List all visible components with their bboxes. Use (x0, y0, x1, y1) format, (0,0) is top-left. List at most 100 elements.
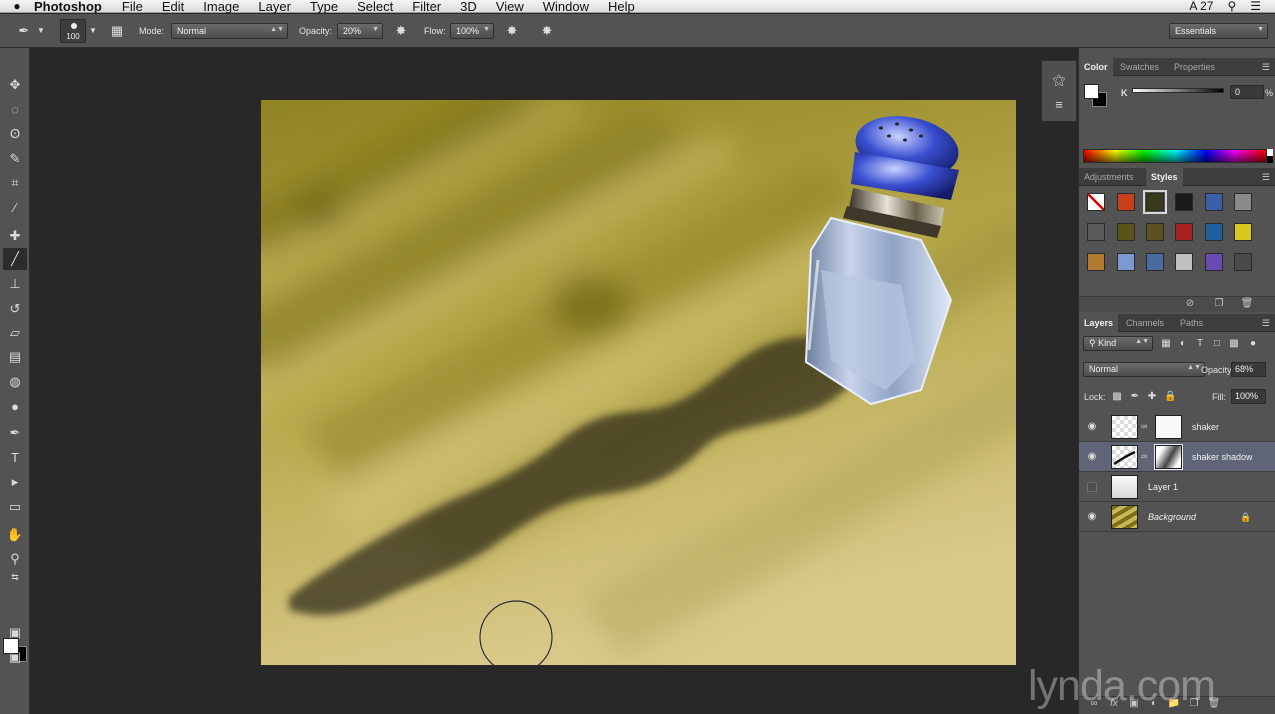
style-swatch[interactable] (1205, 193, 1223, 211)
app-name-menu[interactable]: Photoshop (34, 0, 102, 13)
color-foreground-swatch[interactable] (1084, 84, 1099, 99)
clear-style-icon[interactable]: ⊘ (1183, 298, 1197, 309)
new-style-icon[interactable]: ❐ (1212, 298, 1226, 309)
tab-swatches[interactable]: Swatches (1115, 58, 1164, 76)
blur-tool[interactable]: ◍ (3, 371, 27, 393)
layer-row-shaker[interactable]: ◉ ∞ shaker (1079, 412, 1275, 442)
eye-icon[interactable]: ◉ (1085, 510, 1099, 524)
quick-select-tool[interactable]: ✎ (3, 148, 27, 170)
layer-row-layer-1[interactable]: Layer 1 (1079, 472, 1275, 502)
brush-settings-icon[interactable]: ≡ (1048, 94, 1070, 116)
pen-tool[interactable]: ✒ (3, 422, 27, 444)
layer-kind-filter[interactable]: ⚲ Kind ▲▼ (1083, 336, 1153, 351)
menu-type[interactable]: Type (310, 0, 338, 13)
menu-window[interactable]: Window (543, 0, 589, 13)
eraser-tool[interactable]: ▱ (3, 322, 27, 344)
lock-pixels-icon[interactable]: ✒ (1129, 391, 1141, 403)
style-swatch[interactable] (1234, 193, 1252, 211)
layer-name[interactable]: shaker shadow (1192, 452, 1253, 462)
marquee-tool[interactable]: ◌ (3, 99, 27, 121)
layer-name[interactable]: Layer 1 (1148, 482, 1178, 492)
menu-image[interactable]: Image (203, 0, 239, 13)
lock-transparent-icon[interactable]: ▩ (1111, 391, 1123, 403)
brush-preset-dropdown-icon[interactable]: ▼ (88, 21, 98, 41)
style-swatch[interactable] (1146, 223, 1164, 241)
pressure-size-icon[interactable]: ✸ (537, 21, 557, 41)
panel-menu-icon[interactable]: ☰ (1262, 58, 1270, 76)
link-icon[interactable]: ∞ (1141, 451, 1147, 461)
lock-position-icon[interactable]: ✚ (1146, 391, 1158, 403)
style-swatch[interactable] (1175, 223, 1193, 241)
opacity-input[interactable]: 20% ▼ (337, 23, 383, 39)
layer-opacity-input[interactable]: 68% (1231, 362, 1266, 377)
document-canvas[interactable] (261, 100, 1016, 665)
eyedropper-tool[interactable]: ⁄ (3, 197, 27, 219)
layer-mask-thumbnail[interactable] (1155, 415, 1182, 439)
filter-shape-icon[interactable]: □ (1210, 337, 1224, 351)
style-swatch[interactable] (1175, 253, 1193, 271)
list-icon[interactable]: ☰ (1250, 0, 1261, 13)
brush-preset-picker[interactable]: 100 (60, 19, 86, 43)
style-swatch-selected[interactable] (1143, 190, 1167, 214)
flow-input[interactable]: 100% ▼ (450, 23, 494, 39)
panel-menu-icon[interactable]: ☰ (1262, 314, 1270, 332)
link-icon[interactable]: ∞ (1141, 421, 1147, 431)
menu-view[interactable]: View (496, 0, 524, 13)
filter-type-icon[interactable]: T (1193, 337, 1207, 351)
filter-adjustment-icon[interactable]: ◐ (1176, 337, 1190, 351)
style-swatch[interactable] (1117, 253, 1135, 271)
history-panel-icon[interactable]: ⚝ (1048, 69, 1070, 91)
mode-select[interactable]: Normal ▲▼ (171, 23, 288, 39)
airbrush-icon[interactable]: ✸ (502, 21, 522, 41)
menu-edit[interactable]: Edit (162, 0, 184, 13)
tab-layers[interactable]: Layers (1079, 314, 1119, 332)
style-swatch[interactable] (1175, 193, 1193, 211)
style-swatch[interactable] (1087, 253, 1105, 271)
visibility-toggle-off[interactable] (1087, 482, 1097, 492)
menu-file[interactable]: File (122, 0, 143, 13)
shape-tool[interactable]: ▭ (3, 496, 27, 518)
dodge-tool[interactable]: ● (3, 396, 27, 418)
crop-tool[interactable]: ⌗ (3, 172, 27, 194)
k-channel-slider[interactable] (1132, 88, 1224, 93)
style-swatch[interactable] (1087, 223, 1105, 241)
style-swatch[interactable] (1117, 193, 1135, 211)
foreground-color-swatch[interactable] (3, 638, 19, 654)
style-swatch-none[interactable] (1087, 193, 1105, 211)
k-channel-input[interactable]: 0 (1230, 85, 1264, 99)
layer-name[interactable]: Background (1148, 512, 1196, 522)
healing-brush-tool[interactable]: ✚ (3, 225, 27, 247)
tab-channels[interactable]: Channels (1121, 314, 1169, 332)
eye-icon[interactable]: ◉ (1085, 450, 1099, 464)
style-swatch[interactable] (1205, 253, 1223, 271)
menu-help[interactable]: Help (608, 0, 635, 13)
lasso-tool[interactable]: ʘ (3, 123, 27, 145)
hand-tool[interactable]: ✋ (3, 524, 27, 546)
move-tool[interactable]: ✥ (3, 74, 27, 96)
black-white-swatch[interactable] (1267, 149, 1273, 163)
style-swatch[interactable] (1205, 223, 1223, 241)
gradient-tool[interactable]: ▤ (3, 346, 27, 368)
swap-colors-icon[interactable]: ⇆ (3, 570, 27, 584)
menu-filter[interactable]: Filter (412, 0, 441, 13)
layer-row-background[interactable]: ◉ Background 🔒 (1079, 502, 1275, 532)
tab-styles[interactable]: Styles (1146, 168, 1183, 186)
menu-3d[interactable]: 3D (460, 0, 477, 13)
tab-properties[interactable]: Properties (1169, 58, 1220, 76)
menu-layer[interactable]: Layer (258, 0, 291, 13)
layer-row-shaker-shadow[interactable]: ◉ ∞ shaker shadow (1079, 442, 1275, 472)
workspace-select[interactable]: Essentials ▼ (1169, 23, 1268, 39)
history-brush-tool[interactable]: ↺ (3, 298, 27, 320)
brush-tool[interactable]: ╱ (3, 248, 27, 270)
search-icon[interactable]: ⚲ (1227, 0, 1236, 13)
filter-smart-object-icon[interactable]: ▩ (1227, 337, 1241, 351)
delete-style-icon[interactable]: 🗑 (1240, 298, 1254, 309)
lock-all-icon[interactable]: 🔒 (1164, 391, 1176, 403)
style-swatch[interactable] (1234, 223, 1252, 241)
style-swatch[interactable] (1146, 253, 1164, 271)
brush-panel-toggle-icon[interactable]: ▦ (107, 21, 127, 41)
clone-stamp-tool[interactable]: ⊥ (3, 273, 27, 295)
fill-input[interactable]: 100% (1231, 389, 1266, 404)
tool-preset-dropdown-icon[interactable]: ▼ (36, 21, 46, 41)
filter-toggle-icon[interactable]: ● (1246, 337, 1260, 351)
